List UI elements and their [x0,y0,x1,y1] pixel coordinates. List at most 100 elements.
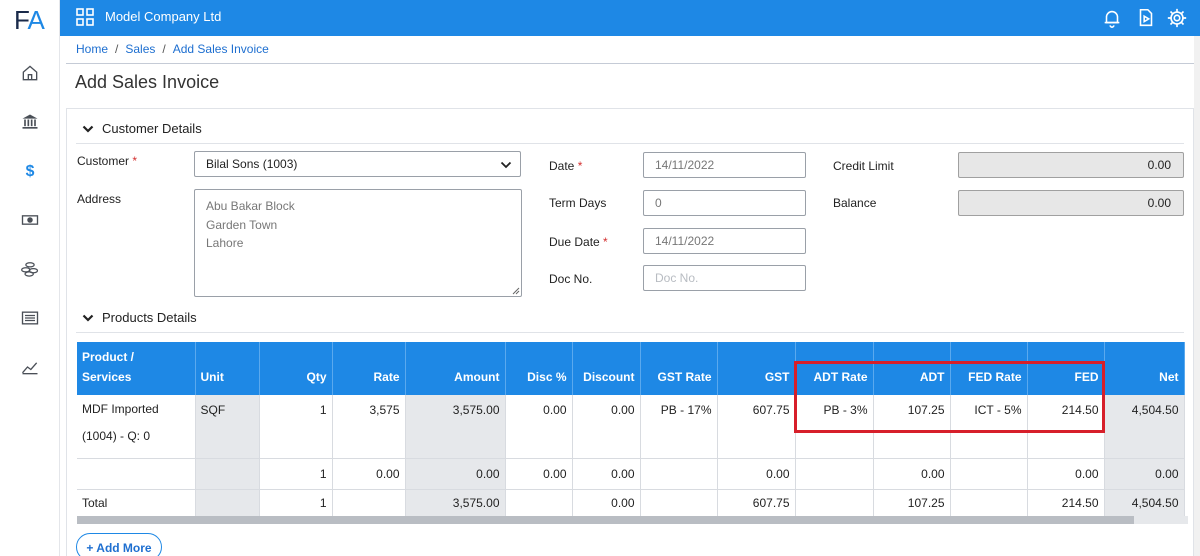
disc-pct-cell[interactable]: 0.00 [505,458,573,490]
due-date-label: Due Date * [549,235,608,249]
cash-icon[interactable] [18,208,42,232]
gst-rate-cell[interactable]: PB - 17% [640,395,718,459]
logo-letter-f: F [14,5,28,35]
customer-select-value: Bilal Sons (1003) [206,157,298,171]
table-row: MDF Imported (1004) - Q: 0 SQF 1 3,575 3,… [77,395,1185,459]
gst-cell: 607.75 [717,395,796,459]
add-more-button[interactable]: + Add More [76,533,162,556]
col-header-rate: Rate [332,342,406,395]
due-date-input[interactable]: 14/11/2022 [643,228,806,254]
disc-pct-cell[interactable]: 0.00 [505,395,573,459]
dollar-icon[interactable]: $ [18,158,42,182]
doc-no-input[interactable]: Doc No. [643,265,806,291]
fed-cell: 0.00 [1027,458,1105,490]
net-cell: 0.00 [1104,458,1185,490]
fed-cell: 214.50 [1027,395,1105,459]
col-header-discount: Discount [572,342,641,395]
home-icon[interactable] [18,61,42,85]
adt-rate-cell[interactable]: PB - 3% [795,395,874,459]
product-cell[interactable] [77,458,196,490]
col-header-net: Net [1104,342,1185,395]
credit-limit-value: 0.00 [958,152,1184,178]
adt-rate-cell[interactable] [795,458,874,490]
unit-cell: SQF [195,395,260,459]
col-header-adt-rate: ADT Rate [795,342,874,395]
products-details-toggle[interactable]: Products Details [82,310,197,325]
col-header-qty: Qty [259,342,333,395]
discount-cell[interactable]: 0.00 [572,458,641,490]
section-divider [76,332,1184,333]
gst-cell: 0.00 [717,458,796,490]
chevron-down-icon [82,314,94,322]
net-cell: 4,504.50 [1104,395,1185,459]
rate-cell[interactable]: 3,575 [332,395,406,459]
customer-select[interactable]: Bilal Sons (1003) [194,151,521,177]
app-root: FA $ Model Company Ltd Home / Sales / Ad… [0,0,1200,556]
adt-cell: 0.00 [873,458,951,490]
date-input[interactable]: 14/11/2022 [643,152,806,178]
chevron-down-icon [82,125,94,133]
breadcrumb-separator: / [162,42,166,56]
customer-details-toggle[interactable]: Customer Details [82,121,202,136]
gst-rate-cell[interactable] [640,458,718,490]
bell-icon[interactable] [1101,7,1123,29]
bank-icon[interactable] [18,110,42,134]
table-header-row: Product / Services Unit Qty Rate Amount D… [77,342,1185,395]
breadcrumb-divider [66,63,1194,64]
discount-cell[interactable]: 0.00 [572,395,641,459]
top-bar: Model Company Ltd [60,0,1200,36]
col-header-unit: Unit [195,342,260,395]
qty-cell[interactable]: 1 [259,458,333,490]
amount-cell: 0.00 [405,458,506,490]
col-header-disc-pct: Disc % [505,342,573,395]
products-details-heading: Products Details [102,310,197,325]
document-play-icon[interactable] [1135,7,1157,29]
coins-icon[interactable] [18,257,42,281]
credit-limit-label: Credit Limit [833,159,894,173]
col-header-product: Product / Services [77,342,196,395]
col-header-adt: ADT [873,342,951,395]
qty-cell[interactable]: 1 [259,395,333,459]
customer-details-heading: Customer Details [102,121,202,136]
company-name[interactable]: Model Company Ltd [105,9,221,24]
address-textarea[interactable]: Abu Bakar Block Garden Town Lahore [194,189,522,297]
breadcrumb-current[interactable]: Add Sales Invoice [173,42,269,56]
address-line: Abu Bakar Block [206,199,295,213]
breadcrumb: Home / Sales / Add Sales Invoice [76,42,269,56]
resize-handle-icon[interactable] [512,287,520,295]
products-table: Product / Services Unit Qty Rate Amount D… [77,342,1185,522]
gear-icon[interactable] [1166,7,1188,29]
apps-grid-icon[interactable] [75,7,95,27]
rate-cell[interactable]: 0.00 [332,458,406,490]
breadcrumb-separator: / [115,42,119,56]
col-header-fed: FED [1027,342,1105,395]
svg-text:$: $ [26,163,35,180]
table-scrollbar-thumb[interactable] [77,516,1134,524]
amount-cell: 3,575.00 [405,395,506,459]
term-days-input[interactable]: 0 [643,190,806,216]
balance-label: Balance [833,196,877,210]
address-line: Lahore [206,236,244,250]
logo-letter-a: A [27,5,44,35]
breadcrumb-sales[interactable]: Sales [125,42,155,56]
doc-no-label: Doc No. [549,272,593,286]
product-cell[interactable]: MDF Imported (1004) - Q: 0 [77,395,196,459]
app-logo[interactable]: FA [14,5,45,36]
page-title: Add Sales Invoice [75,72,220,92]
adt-cell: 107.25 [873,395,951,459]
col-header-fed-rate: FED Rate [950,342,1028,395]
chart-icon[interactable] [18,355,42,379]
col-header-gst-rate: GST Rate [640,342,718,395]
section-divider [76,143,1184,144]
list-icon[interactable] [18,306,42,330]
fed-rate-cell[interactable] [950,458,1028,490]
side-nav: FA $ [0,0,60,556]
term-days-label: Term Days [549,196,607,210]
col-header-amount: Amount [405,342,506,395]
balance-value: 0.00 [958,190,1184,216]
fed-rate-cell[interactable]: ICT - 5% [950,395,1028,459]
breadcrumb-home[interactable]: Home [76,42,108,56]
page-scrollbar[interactable] [1194,36,1200,556]
address-line: Garden Town [206,217,278,232]
table-row: 1 0.00 0.00 0.00 0.00 0.00 0.00 0.00 0.0… [77,458,1185,490]
